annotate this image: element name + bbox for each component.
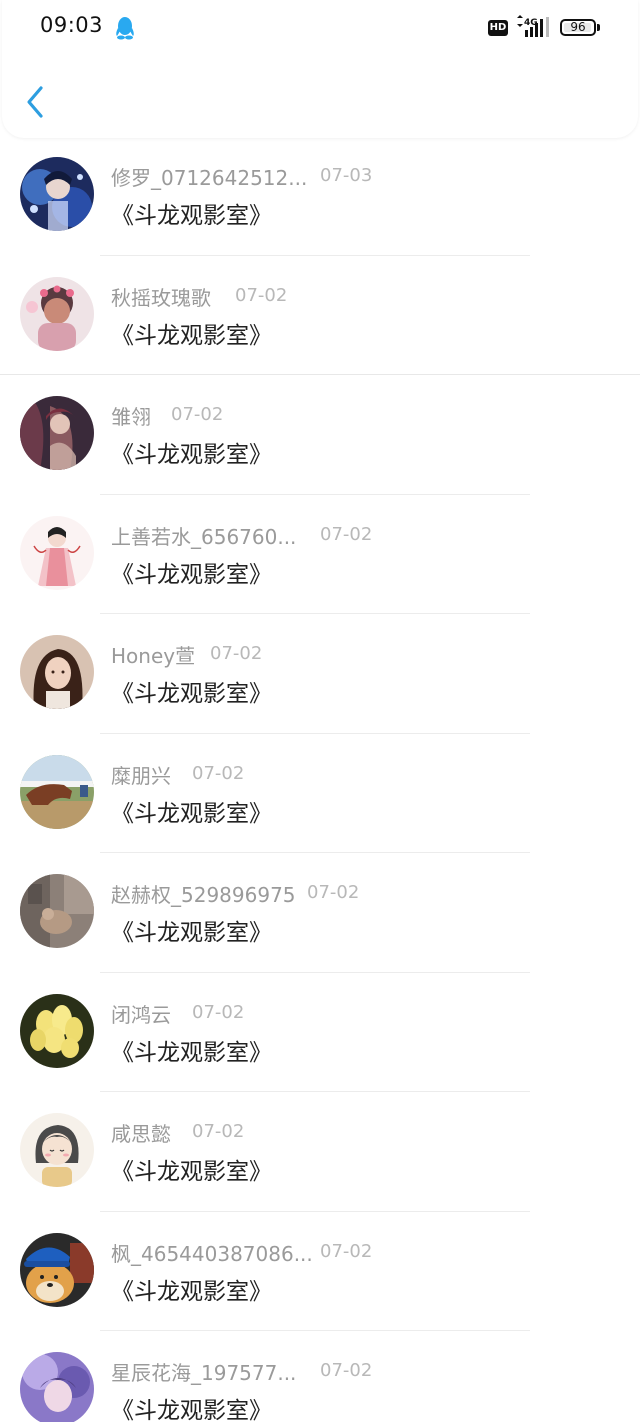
message-date: 07-02 bbox=[192, 762, 245, 784]
sender-name: 上善若水_656760... bbox=[111, 524, 297, 549]
message-date: 07-02 bbox=[171, 404, 224, 425]
list-item[interactable]: 糜朋兴 07-02 《斗龙观影室》 bbox=[0, 738, 640, 858]
list-item[interactable]: 星辰花海_197577... 07-02 《斗龙观影室》 bbox=[0, 1335, 640, 1422]
sender-name: 赵赫权_529896975 bbox=[111, 883, 296, 907]
list-item[interactable]: 雏翎 07-02 《斗龙观影室》 bbox=[0, 379, 640, 499]
list-item[interactable]: 秋摇玫瑰歌 07-02 《斗龙观影室》 bbox=[0, 260, 640, 380]
row-divider bbox=[100, 971, 530, 973]
list-item[interactable]: 上善若水_656760... 07-02 《斗龙观影室》 bbox=[0, 499, 640, 619]
sender-name: 咸思懿 bbox=[111, 1122, 171, 1146]
signal-icon: 4G bbox=[514, 15, 552, 39]
message-preview: 《斗龙观影室》 bbox=[111, 800, 272, 827]
row-divider bbox=[100, 1330, 530, 1331]
row-divider bbox=[100, 493, 530, 495]
row-divider bbox=[0, 374, 640, 375]
message-preview: 《斗龙观影室》 bbox=[111, 1039, 272, 1066]
avatar[interactable] bbox=[20, 1352, 94, 1422]
list-item[interactable]: Honey萱 07-02 《斗龙观影室》 bbox=[0, 618, 640, 738]
message-list: 修罗_0712642512... 07-03 《斗龙观影室》 秋摇玫瑰歌 07-… bbox=[0, 140, 640, 1422]
battery-cap bbox=[597, 24, 600, 31]
message-preview: 《斗龙观影室》 bbox=[111, 1278, 272, 1305]
message-preview: 《斗龙观影室》 bbox=[111, 322, 272, 349]
avatar[interactable] bbox=[20, 993, 94, 1068]
message-preview: 《斗龙观影室》 bbox=[111, 442, 272, 468]
list-item[interactable]: 赵赫权_529896975 07-02 《斗龙观影室》 bbox=[0, 857, 640, 977]
header: 09:03 HD 4G 96 bbox=[2, 0, 638, 138]
avatar[interactable] bbox=[20, 635, 94, 709]
message-date: 07-02 bbox=[320, 1360, 373, 1381]
avatar[interactable] bbox=[20, 1232, 94, 1307]
sender-name: 修罗_0712642512... bbox=[111, 166, 308, 190]
sender-name: 糜朋兴 bbox=[111, 763, 171, 788]
row-divider bbox=[100, 1210, 530, 1212]
message-date: 07-02 bbox=[320, 1240, 373, 1262]
sender-name: 雏翎 bbox=[111, 405, 151, 429]
message-preview: 《斗龙观影室》 bbox=[111, 1159, 272, 1185]
message-date: 07-02 bbox=[210, 643, 263, 664]
screen: 09:03 HD 4G 96 修罗_0712642512... 07-03 《斗… bbox=[0, 0, 640, 1422]
message-date: 07-02 bbox=[192, 1001, 245, 1023]
battery-level-text: 96 bbox=[570, 20, 586, 34]
message-preview: 《斗龙观影室》 bbox=[111, 1398, 272, 1422]
status-bar: 09:03 HD 4G 96 bbox=[2, 0, 638, 56]
avatar[interactable] bbox=[20, 874, 94, 948]
sender-name: 枫_465440387086... bbox=[111, 1241, 313, 1266]
list-item[interactable]: 修罗_0712642512... 07-03 《斗龙观影室》 bbox=[0, 140, 640, 260]
sender-name: Honey萱 bbox=[111, 644, 196, 668]
message-date: 07-03 bbox=[320, 165, 373, 186]
row-divider bbox=[100, 732, 530, 734]
qq-penguin-icon bbox=[114, 16, 136, 40]
row-divider bbox=[100, 613, 530, 614]
sender-name: 秋摇玫瑰歌 bbox=[111, 285, 211, 310]
message-preview: 《斗龙观影室》 bbox=[111, 920, 272, 946]
message-preview: 《斗龙观影室》 bbox=[111, 561, 272, 588]
message-date: 07-02 bbox=[320, 523, 373, 545]
back-button[interactable] bbox=[18, 80, 58, 124]
message-preview: 《斗龙观影室》 bbox=[111, 203, 272, 229]
chevron-left-icon bbox=[27, 86, 43, 118]
battery-icon: 96 bbox=[560, 19, 596, 36]
hd-icon: HD bbox=[488, 20, 508, 36]
avatar[interactable] bbox=[20, 276, 94, 351]
avatar[interactable] bbox=[20, 396, 94, 470]
row-divider bbox=[100, 852, 530, 853]
message-date: 07-02 bbox=[235, 284, 288, 306]
sender-name: 闭鸿云 bbox=[111, 1002, 171, 1027]
message-date: 07-02 bbox=[192, 1121, 245, 1142]
avatar[interactable] bbox=[20, 515, 94, 590]
message-preview: 《斗龙观影室》 bbox=[111, 681, 272, 707]
row-divider bbox=[100, 1091, 530, 1092]
message-date: 07-02 bbox=[307, 882, 360, 903]
row-divider bbox=[100, 254, 530, 256]
avatar[interactable] bbox=[20, 754, 94, 829]
list-item[interactable]: 枫_465440387086... 07-02 《斗龙观影室》 bbox=[0, 1216, 640, 1336]
list-item[interactable]: 咸思懿 07-02 《斗龙观影室》 bbox=[0, 1096, 640, 1216]
sender-name: 星辰花海_197577... bbox=[111, 1361, 297, 1385]
avatar[interactable] bbox=[20, 157, 94, 231]
avatar[interactable] bbox=[20, 1113, 94, 1187]
status-time: 09:03 bbox=[40, 13, 104, 37]
list-item[interactable]: 闭鸿云 07-02 《斗龙观影室》 bbox=[0, 977, 640, 1097]
